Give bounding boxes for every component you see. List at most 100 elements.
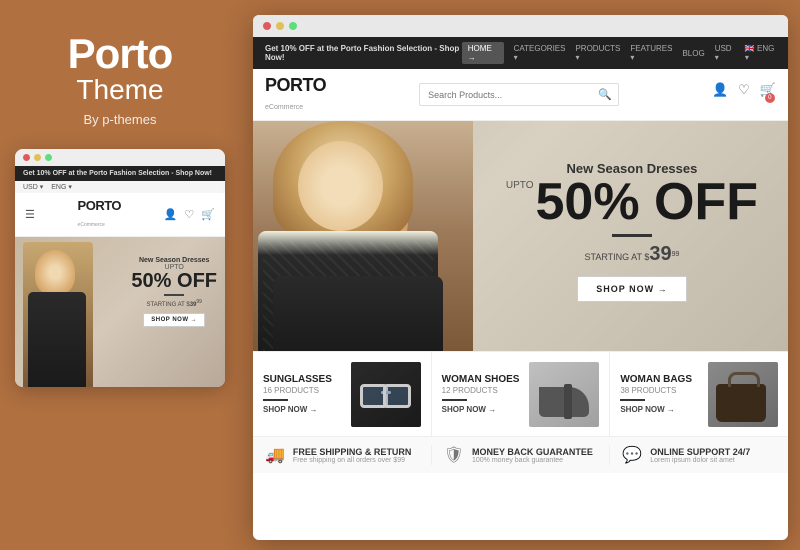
footer-shipping-text: FREE SHIPPING & RETURN Free shipping on … bbox=[293, 447, 412, 464]
nav-usd[interactable]: USD ▾ bbox=[715, 44, 735, 62]
mobile-nav: ☰ PORTO eCommerce 👤 ♡ 🛒 bbox=[15, 193, 225, 237]
nav-features[interactable]: FEATURES ▾ bbox=[630, 44, 672, 62]
category-shoes-name: WOMAN SHOES bbox=[442, 374, 530, 385]
mobile-promo: Get 10% OFF at the Porto Fashion Selecti… bbox=[23, 170, 212, 177]
mobile-porto-logo: PORTO eCommerce bbox=[78, 198, 122, 231]
search-input[interactable] bbox=[420, 86, 592, 104]
mobile-nav-icons: 👤 ♡ 🛒 bbox=[164, 208, 215, 221]
support-icon: 💬 bbox=[622, 445, 642, 465]
shipping-icon: 🚚 bbox=[265, 445, 285, 465]
category-sunglasses-text: SUNGLASSES 16 PRODUCTS SHOP NOW → bbox=[263, 374, 351, 414]
cart-badge: 0 bbox=[765, 93, 775, 103]
mobile-preview-card: Get 10% OFF at the Porto Fashion Selecti… bbox=[15, 149, 225, 387]
bags-image bbox=[708, 362, 778, 427]
category-bags: WOMAN BAGS 38 PRODUCTS SHOP NOW → bbox=[610, 352, 788, 436]
bag-shape bbox=[708, 362, 778, 427]
mobile-hero-text: New Season Dresses UPTO 50% OFF STARTING… bbox=[131, 257, 217, 327]
brand-subtitle: Theme bbox=[76, 74, 163, 106]
cart-icon[interactable]: 🛒 0 bbox=[760, 82, 776, 108]
hero-divider bbox=[612, 234, 652, 237]
site-topbar-nav: HOME → CATEGORIES ▾ PRODUCTS ▾ FEATURES … bbox=[462, 42, 776, 64]
mobile-user-icon[interactable]: 👤 bbox=[164, 208, 178, 221]
footer-support: 💬 ONLINE SUPPORT 24/7 Lorem ipsum dolor … bbox=[610, 445, 788, 465]
brand-by: By p-themes bbox=[84, 112, 157, 127]
shipping-title: FREE SHIPPING & RETURN bbox=[293, 447, 412, 457]
category-bags-divider bbox=[620, 399, 645, 401]
site-logo: PORTO eCommerce bbox=[265, 75, 326, 114]
nav-lang[interactable]: 🇬🇧 ENG ▾ bbox=[745, 44, 776, 62]
category-sunglasses: SUNGLASSES 16 PRODUCTS SHOP NOW → bbox=[253, 352, 432, 436]
mobile-card-titlebar bbox=[15, 149, 225, 166]
shoes-image bbox=[529, 362, 599, 427]
wishlist-icon[interactable]: ♡ bbox=[738, 82, 750, 108]
mobile-flag-select[interactable]: ENG ▾ bbox=[51, 183, 72, 191]
left-panel: Porto Theme By p-themes Get 10% OFF at t… bbox=[0, 0, 240, 550]
hero-figure-bg bbox=[253, 121, 473, 351]
sunglasses-shape bbox=[358, 379, 413, 409]
browser-titlebar bbox=[253, 15, 788, 37]
brand-title: Porto bbox=[68, 30, 173, 78]
dot-green bbox=[45, 154, 52, 161]
nav-blog[interactable]: BLOG bbox=[682, 49, 704, 58]
mobile-cart-icon[interactable]: 🛒 bbox=[201, 208, 215, 221]
mobile-wishlist-icon[interactable]: ♡ bbox=[184, 208, 194, 221]
browser-dot-yellow bbox=[276, 22, 284, 30]
money-back-icon: 🛡 bbox=[444, 445, 464, 465]
shipping-desc: Free shipping on all orders over $99 bbox=[293, 457, 412, 464]
category-bags-name: WOMAN BAGS bbox=[620, 374, 708, 385]
user-icon[interactable]: 👤 bbox=[712, 82, 728, 108]
hero-starting: STARTING AT $3999 bbox=[506, 243, 758, 266]
category-shoes-shop[interactable]: SHOP NOW → bbox=[442, 405, 530, 414]
browser-dot-red bbox=[263, 22, 271, 30]
support-title: ONLINE SUPPORT 24/7 bbox=[650, 447, 750, 457]
hero-upto: UPTO bbox=[506, 180, 534, 191]
nav-products[interactable]: PRODUCTS ▾ bbox=[575, 44, 620, 62]
header-icons: 👤 ♡ 🛒 0 bbox=[712, 82, 776, 108]
sunglasses-image bbox=[351, 362, 421, 427]
search-button[interactable]: 🔍 bbox=[592, 84, 618, 105]
footer-money-back-text: MONEY BACK GUARANTEE 100% money back gua… bbox=[472, 447, 593, 464]
category-sunglasses-shop[interactable]: SHOP NOW → bbox=[263, 405, 351, 414]
money-back-desc: 100% money back guarantee bbox=[472, 457, 593, 464]
mobile-hero-figure bbox=[23, 242, 93, 387]
nav-home[interactable]: HOME → bbox=[462, 42, 504, 64]
footer-strip: 🚚 FREE SHIPPING & RETURN Free shipping o… bbox=[253, 436, 788, 473]
category-bags-count: 38 PRODUCTS bbox=[620, 386, 708, 395]
category-shoes-count: 12 PRODUCTS bbox=[442, 386, 530, 395]
support-desc: Lorem ipsum dolor sit amet bbox=[650, 457, 750, 464]
category-shoes-text: WOMAN SHOES 12 PRODUCTS SHOP NOW → bbox=[442, 374, 530, 414]
nav-categories[interactable]: CATEGORIES ▾ bbox=[514, 44, 566, 62]
hamburger-icon[interactable]: ☰ bbox=[25, 208, 35, 221]
browser-dot-green bbox=[289, 22, 297, 30]
footer-money-back: 🛡 MONEY BACK GUARANTEE 100% money back g… bbox=[432, 445, 611, 465]
dot-red bbox=[23, 154, 30, 161]
browser-window: Get 10% OFF at the Porto Fashion Selecti… bbox=[253, 15, 788, 540]
shoes-shape bbox=[529, 362, 599, 427]
mobile-lang-select[interactable]: USD ▾ bbox=[23, 183, 43, 191]
dot-yellow bbox=[34, 154, 41, 161]
hero-shop-now-button[interactable]: SHOP NOW → bbox=[577, 276, 686, 302]
category-bags-shop[interactable]: SHOP NOW → bbox=[620, 405, 708, 414]
hero-big-off: 50% OFF bbox=[536, 176, 759, 228]
category-strip: SUNGLASSES 16 PRODUCTS SHOP NOW → WOMAN … bbox=[253, 351, 788, 436]
category-sunglasses-count: 16 PRODUCTS bbox=[263, 386, 351, 395]
mobile-topbar: Get 10% OFF at the Porto Fashion Selecti… bbox=[15, 166, 225, 181]
hero-content: New Season Dresses UPTO 50% OFF STARTING… bbox=[506, 161, 758, 302]
category-sunglasses-divider bbox=[263, 399, 288, 401]
category-bags-text: WOMAN BAGS 38 PRODUCTS SHOP NOW → bbox=[620, 374, 708, 414]
category-sunglasses-name: SUNGLASSES bbox=[263, 374, 351, 385]
hero-figure bbox=[253, 121, 473, 351]
category-shoes-divider bbox=[442, 399, 467, 401]
site-topbar: Get 10% OFF at the Porto Fashion Selecti… bbox=[253, 37, 788, 69]
site-promo: Get 10% OFF at the Porto Fashion Selecti… bbox=[265, 44, 462, 62]
money-back-title: MONEY BACK GUARANTEE bbox=[472, 447, 593, 457]
footer-shipping: 🚚 FREE SHIPPING & RETURN Free shipping o… bbox=[253, 445, 432, 465]
mobile-shop-now-button[interactable]: SHOP NOW → bbox=[143, 313, 205, 327]
hero-section: New Season Dresses UPTO 50% OFF STARTING… bbox=[253, 121, 788, 351]
category-shoes: WOMAN SHOES 12 PRODUCTS SHOP NOW → bbox=[432, 352, 611, 436]
footer-support-text: ONLINE SUPPORT 24/7 Lorem ipsum dolor si… bbox=[650, 447, 750, 464]
site-search[interactable]: 🔍 bbox=[419, 83, 619, 106]
mobile-lang-row: USD ▾ ENG ▾ bbox=[15, 181, 225, 193]
mobile-hero: New Season Dresses UPTO 50% OFF STARTING… bbox=[15, 237, 225, 387]
site-header: PORTO eCommerce 🔍 👤 ♡ 🛒 0 bbox=[253, 69, 788, 121]
